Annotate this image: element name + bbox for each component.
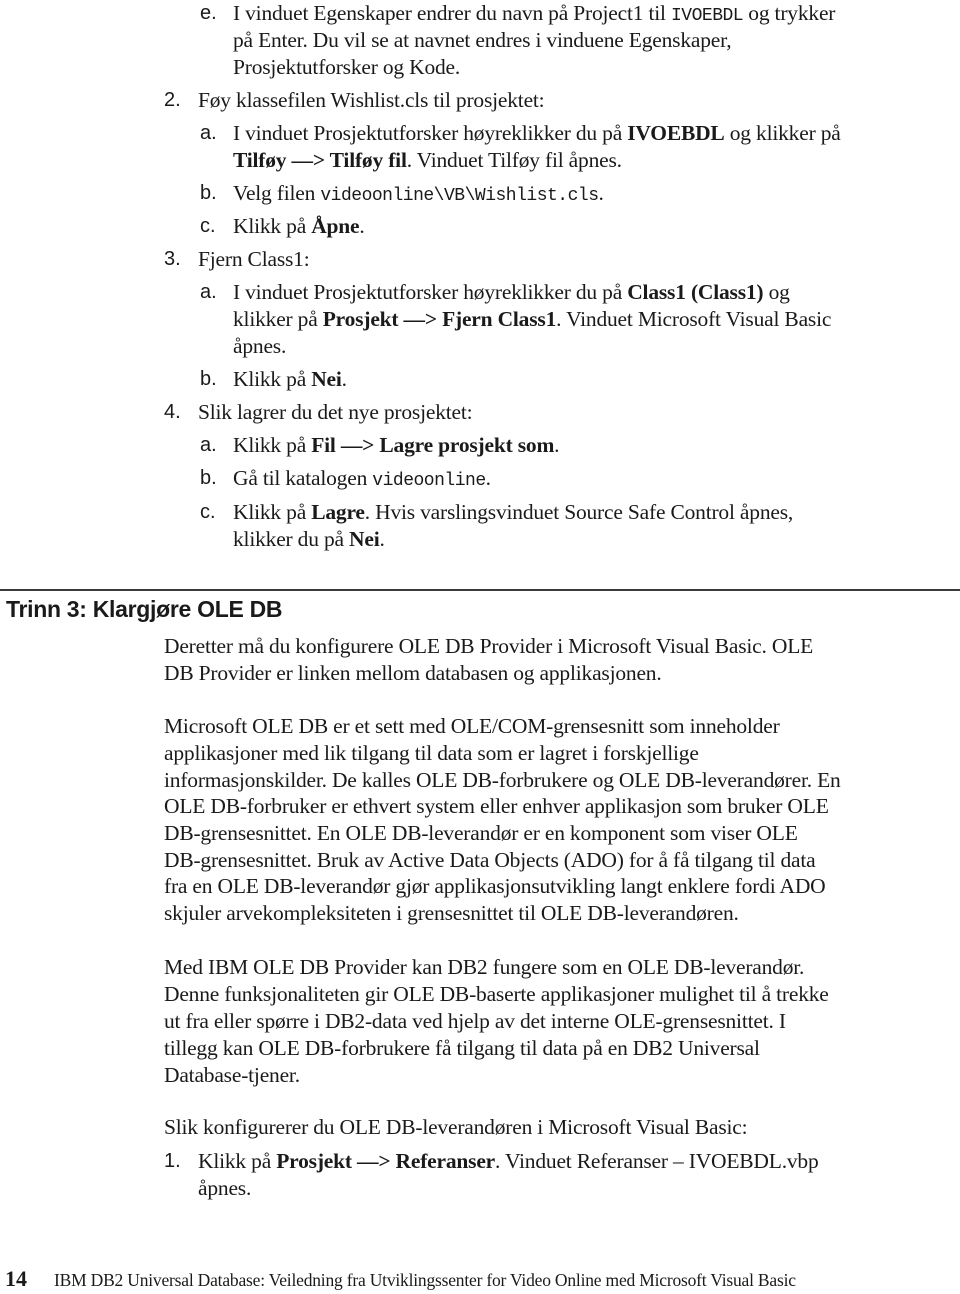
step-e-line-3: Prosjektutforsker og Kode. — [233, 55, 461, 79]
step-2-title: Føy klassefilen Wishlist.cls til prosjek… — [198, 88, 545, 112]
para-4-line: Slik konfigurerer du OLE DB-leverandøren… — [164, 1115, 748, 1139]
ui-label: Åpne — [311, 214, 360, 238]
para-2-line: applikasjoner med lik tilgang til data s… — [164, 741, 699, 765]
step-2c: Klikk på Åpne. — [233, 213, 365, 240]
para-2-line: DB-grensesnittet. En OLE DB-leverandør e… — [164, 821, 798, 845]
text: . Vinduet Tilføy fil åpnes. — [406, 148, 622, 172]
section-heading: Trinn 3: Klargjøre OLE DB — [6, 596, 283, 622]
text: Velg filen — [233, 181, 321, 205]
text: . Vinduet Microsoft Visual Basic — [556, 307, 832, 331]
para-1-line: Deretter må du konfigurere OLE DB Provid… — [164, 634, 814, 658]
text: . — [554, 433, 560, 457]
ui-label: Lagre — [311, 500, 365, 524]
step-2a-line-1: I vinduet Prosjektutforsker høyreklikker… — [233, 120, 841, 147]
para-3-line: Med IBM OLE DB Provider kan DB2 fungere … — [164, 955, 805, 979]
menu-path: Prosjekt —> Referanser — [276, 1149, 496, 1173]
page-number: 14 — [5, 1266, 27, 1291]
step-3a-line-2: klikker på Prosjekt —> Fjern Class1. Vin… — [233, 306, 831, 333]
text: Gå til katalogen — [233, 466, 373, 490]
list-marker: e. — [200, 2, 217, 24]
list-marker: 3. — [164, 248, 181, 270]
step-1-line-2: åpnes. — [198, 1176, 252, 1200]
text: klikker du på — [233, 527, 350, 551]
list-marker: b. — [200, 182, 217, 204]
step-e-line-2: på Enter. Du vil se at navnet endres i v… — [233, 28, 732, 52]
text: I vinduet Egenskaper endrer du navn på P… — [233, 1, 671, 25]
para-1-line: DB Provider er linken mellom databasen o… — [164, 661, 662, 685]
step-3b: Klikk på Nei. — [233, 366, 347, 393]
text: Klikk på — [233, 433, 312, 457]
text: I vinduet Prosjektutforsker høyreklikker… — [233, 121, 628, 145]
list-marker: b. — [200, 467, 217, 489]
text: . — [359, 214, 365, 238]
step-4c-line-1: Klikk på Lagre. Hvis varslingsvinduet So… — [233, 499, 793, 526]
text: Klikk på — [198, 1149, 277, 1173]
list-marker: a. — [200, 122, 217, 144]
code-directory: videoonline — [372, 471, 486, 491]
text: . — [341, 367, 347, 391]
text: . — [598, 181, 604, 205]
step-4b: Gå til katalogen videoonline. — [233, 465, 491, 495]
list-marker: c. — [200, 215, 216, 237]
text: og trykker — [743, 1, 836, 25]
step-4a: Klikk på Fil —> Lagre prosjekt som. — [233, 432, 560, 459]
text: og klikker på — [724, 121, 841, 145]
menu-path: Fil —> Lagre prosjekt som — [311, 433, 555, 457]
ui-label: Class1 (Class1) — [627, 280, 764, 304]
text: Klikk på — [233, 367, 312, 391]
text: . — [485, 466, 491, 490]
step-4-title: Slik lagrer du det nye prosjektet: — [198, 400, 473, 424]
code-file-path: videoonline\VB\Wishlist.cls — [320, 186, 599, 206]
step-3a-line-1: I vinduet Prosjektutforsker høyreklikker… — [233, 279, 790, 306]
text: Klikk på — [233, 500, 312, 524]
running-footer-title: IBM DB2 Universal Database: Veiledning f… — [54, 1270, 796, 1290]
code-project-name: IVOEBDL — [670, 6, 744, 26]
step-3a-line-3: åpnes. — [233, 334, 287, 358]
step-1-line-1: Klikk på Prosjekt —> Referanser. Vinduet… — [198, 1148, 819, 1175]
ui-label: Nei — [349, 527, 380, 551]
para-3-line: Denne funksjonaliteten gir OLE DB-basert… — [164, 982, 829, 1006]
para-2-line: skjuler arvekompleksiteten i grensesnitt… — [164, 901, 739, 925]
list-marker: b. — [200, 368, 217, 390]
text: . Vinduet Referanser – IVOEBDL.vbp — [495, 1149, 819, 1173]
text: I vinduet Prosjektutforsker høyreklikker… — [233, 280, 628, 304]
list-marker: c. — [200, 501, 216, 523]
menu-path: Prosjekt —> Fjern Class1 — [322, 307, 557, 331]
para-3-line: ut fra eller spørre i DB2-data ved hjelp… — [164, 1009, 786, 1033]
text: . Hvis varslingsvinduet Source Safe Cont… — [364, 500, 794, 524]
step-e-line-1: I vinduet Egenskaper endrer du navn på P… — [233, 0, 835, 30]
list-marker: 4. — [164, 401, 181, 423]
text: Klikk på — [233, 214, 312, 238]
ui-label: Nei — [311, 367, 342, 391]
para-3-line: Database-tjener. — [164, 1063, 300, 1087]
list-marker: 1. — [164, 1150, 181, 1172]
step-2b: Velg filen videoonline\VB\Wishlist.cls. — [233, 180, 604, 210]
menu-path: Tilføy —> Tilføy fil — [233, 148, 407, 172]
para-2-line: informasjonskilder. De kalles OLE DB-for… — [164, 768, 841, 792]
step-4c-line-2: klikker du på Nei. — [233, 526, 385, 553]
list-marker: 2. — [164, 89, 181, 111]
para-2-line: Microsoft OLE DB er et sett med OLE/COM-… — [164, 714, 780, 738]
para-2-line: OLE DB-forbruker er ethvert system eller… — [164, 794, 829, 818]
list-marker: a. — [200, 434, 217, 456]
section-divider — [0, 589, 960, 591]
text: og — [763, 280, 790, 304]
para-3-line: tillegg kan OLE DB-forbrukere få tilgang… — [164, 1036, 760, 1060]
step-2a-line-2: Tilføy —> Tilføy fil. Vinduet Tilføy fil… — [233, 147, 622, 174]
text: . — [379, 527, 385, 551]
para-2-line: fra en OLE DB-leverandør gjør applikasjo… — [164, 874, 826, 898]
para-2-line: DB-grensesnittet. Bruk av Active Data Ob… — [164, 848, 816, 872]
ui-label: IVOEBDL — [627, 121, 725, 145]
text: klikker på — [233, 307, 323, 331]
list-marker: a. — [200, 281, 217, 303]
step-3-title: Fjern Class1: — [198, 247, 310, 271]
